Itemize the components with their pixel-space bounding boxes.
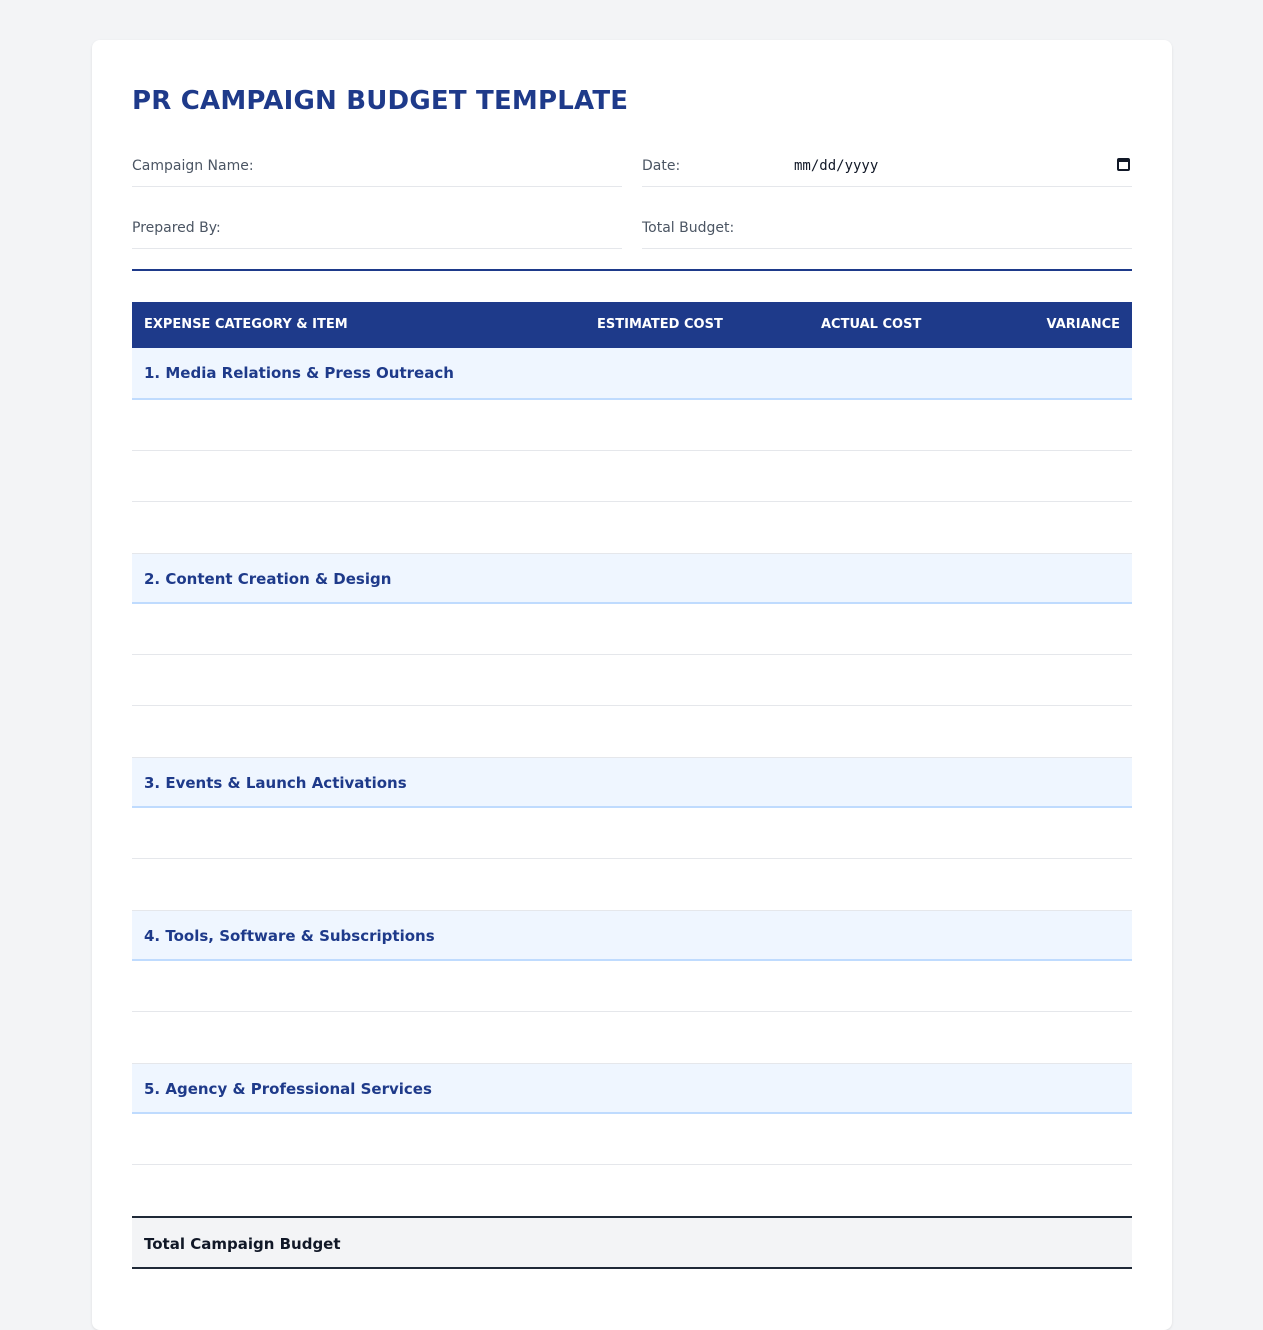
total-budget-label: Total Budget: [642,220,735,236]
budget-card: PR CAMPAIGN BUDGET TEMPLATE Campaign Nam… [92,40,1172,1330]
table-row[interactable] [132,502,1132,553]
table-header: EXPENSE CATEGORY & ITEM ESTIMATED COST A… [132,302,1132,348]
header-estimated-cost: ESTIMATED COST [597,317,723,332]
table-row[interactable] [132,400,1132,451]
total-budget-field[interactable]: Total Budget: [642,208,1132,249]
campaign-name-field[interactable]: Campaign Name: [132,146,622,187]
page-title: PR CAMPAIGN BUDGET TEMPLATE [132,86,629,116]
date-input[interactable]: mm/dd/yyyy [794,158,878,174]
header-expense-category: EXPENSE CATEGORY & ITEM [144,317,348,332]
header-variance: VARIANCE [1046,317,1120,332]
category-label: 4. Tools, Software & Subscriptions [144,927,435,945]
campaign-name-label: Campaign Name: [132,158,254,174]
table-row[interactable] [132,1165,1132,1216]
date-label: Date: [642,158,681,174]
prepared-by-label: Prepared By: [132,220,221,236]
category-label: 5. Agency & Professional Services [144,1080,432,1098]
prepared-by-field[interactable]: Prepared By: [132,208,622,249]
total-budget-input[interactable] [792,214,1132,242]
total-row: Total Campaign Budget [132,1216,1132,1269]
table-row[interactable] [132,1012,1132,1063]
category-label: 1. Media Relations & Press Outreach [144,364,454,382]
total-label: Total Campaign Budget [144,1235,341,1253]
table-row[interactable] [132,604,1132,655]
category-row-content-creation: 2. Content Creation & Design [132,553,1132,604]
table-row[interactable] [132,655,1132,706]
category-label: 2. Content Creation & Design [144,570,392,588]
category-row-tools: 4. Tools, Software & Subscriptions [132,910,1132,961]
table-row[interactable] [132,1114,1132,1165]
table-row[interactable] [132,706,1132,757]
table-row[interactable] [132,808,1132,859]
campaign-name-input[interactable] [282,152,622,180]
category-row-events: 3. Events & Launch Activations [132,757,1132,808]
table-row[interactable] [132,961,1132,1012]
calendar-icon[interactable] [1117,158,1130,171]
category-label: 3. Events & Launch Activations [144,774,407,792]
category-row-agency: 5. Agency & Professional Services [132,1063,1132,1114]
prepared-by-input[interactable] [282,214,622,242]
header-actual-cost: ACTUAL COST [821,317,922,332]
table-row[interactable] [132,859,1132,910]
date-field[interactable]: Date: mm/dd/yyyy [642,146,1132,187]
header-divider [132,269,1132,271]
table-row[interactable] [132,451,1132,502]
budget-table: EXPENSE CATEGORY & ITEM ESTIMATED COST A… [132,302,1132,1269]
category-row-media-relations: 1. Media Relations & Press Outreach [132,348,1132,400]
